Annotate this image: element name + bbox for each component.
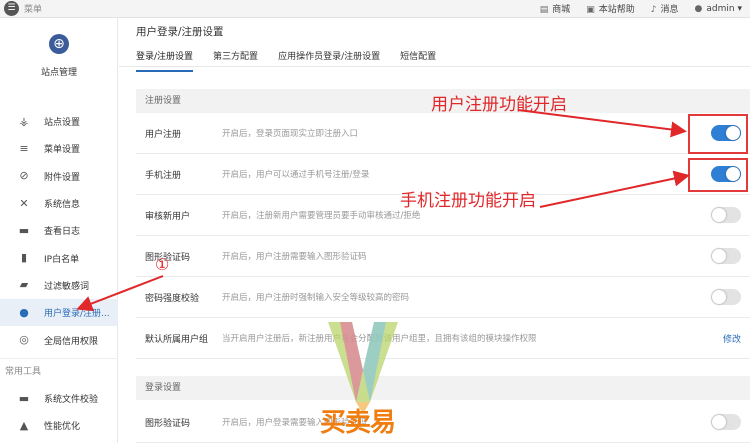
watermark-logo: 买卖易 xyxy=(318,314,408,443)
arrow-to-user-register xyxy=(517,109,687,138)
arrow-to-sidebar-item xyxy=(76,275,164,312)
arrow-to-mobile-register xyxy=(539,170,690,208)
watermark-text: 买卖易 xyxy=(320,408,396,438)
